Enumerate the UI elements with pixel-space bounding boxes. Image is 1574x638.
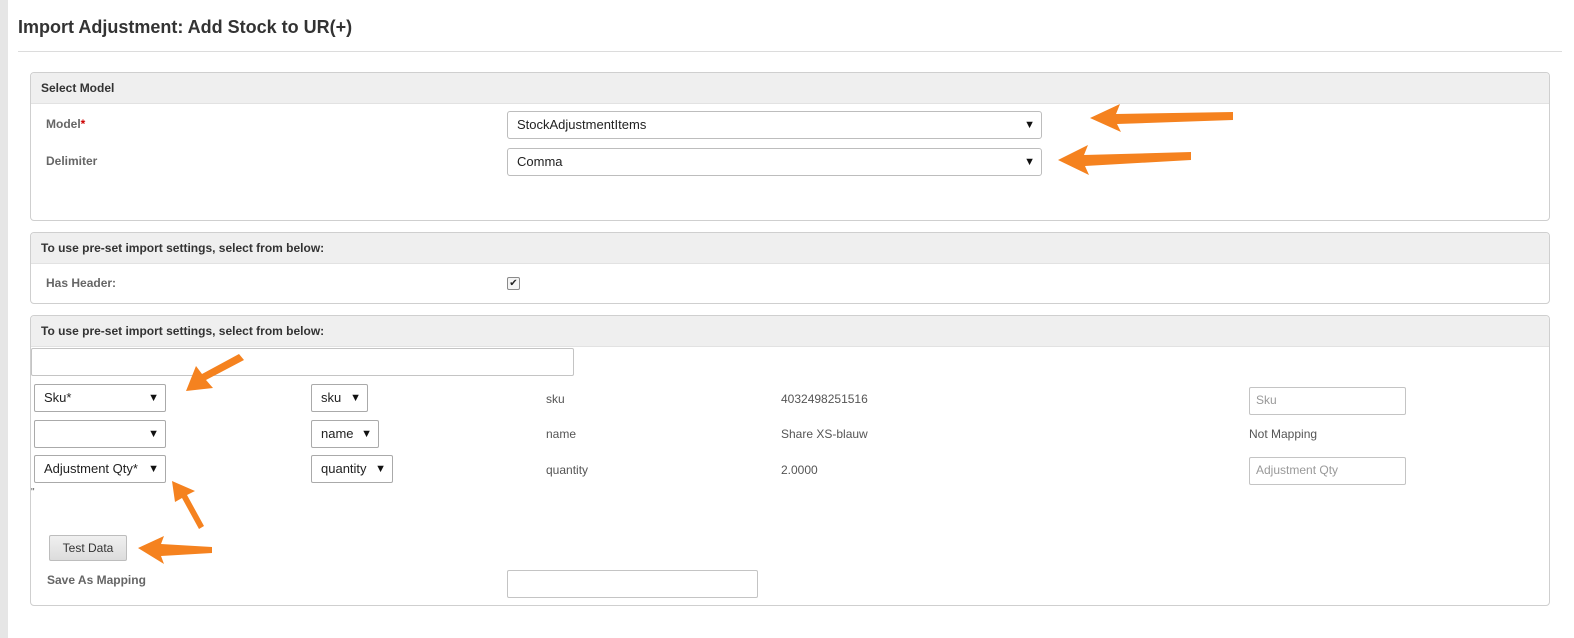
annotation-arrows <box>138 104 1233 564</box>
orange-arrow-icon <box>1058 145 1191 175</box>
orange-arrow-icon <box>186 354 244 391</box>
orange-arrow-icon <box>172 481 204 529</box>
orange-arrow-icon <box>138 536 212 564</box>
orange-arrow-icon <box>1090 104 1233 132</box>
